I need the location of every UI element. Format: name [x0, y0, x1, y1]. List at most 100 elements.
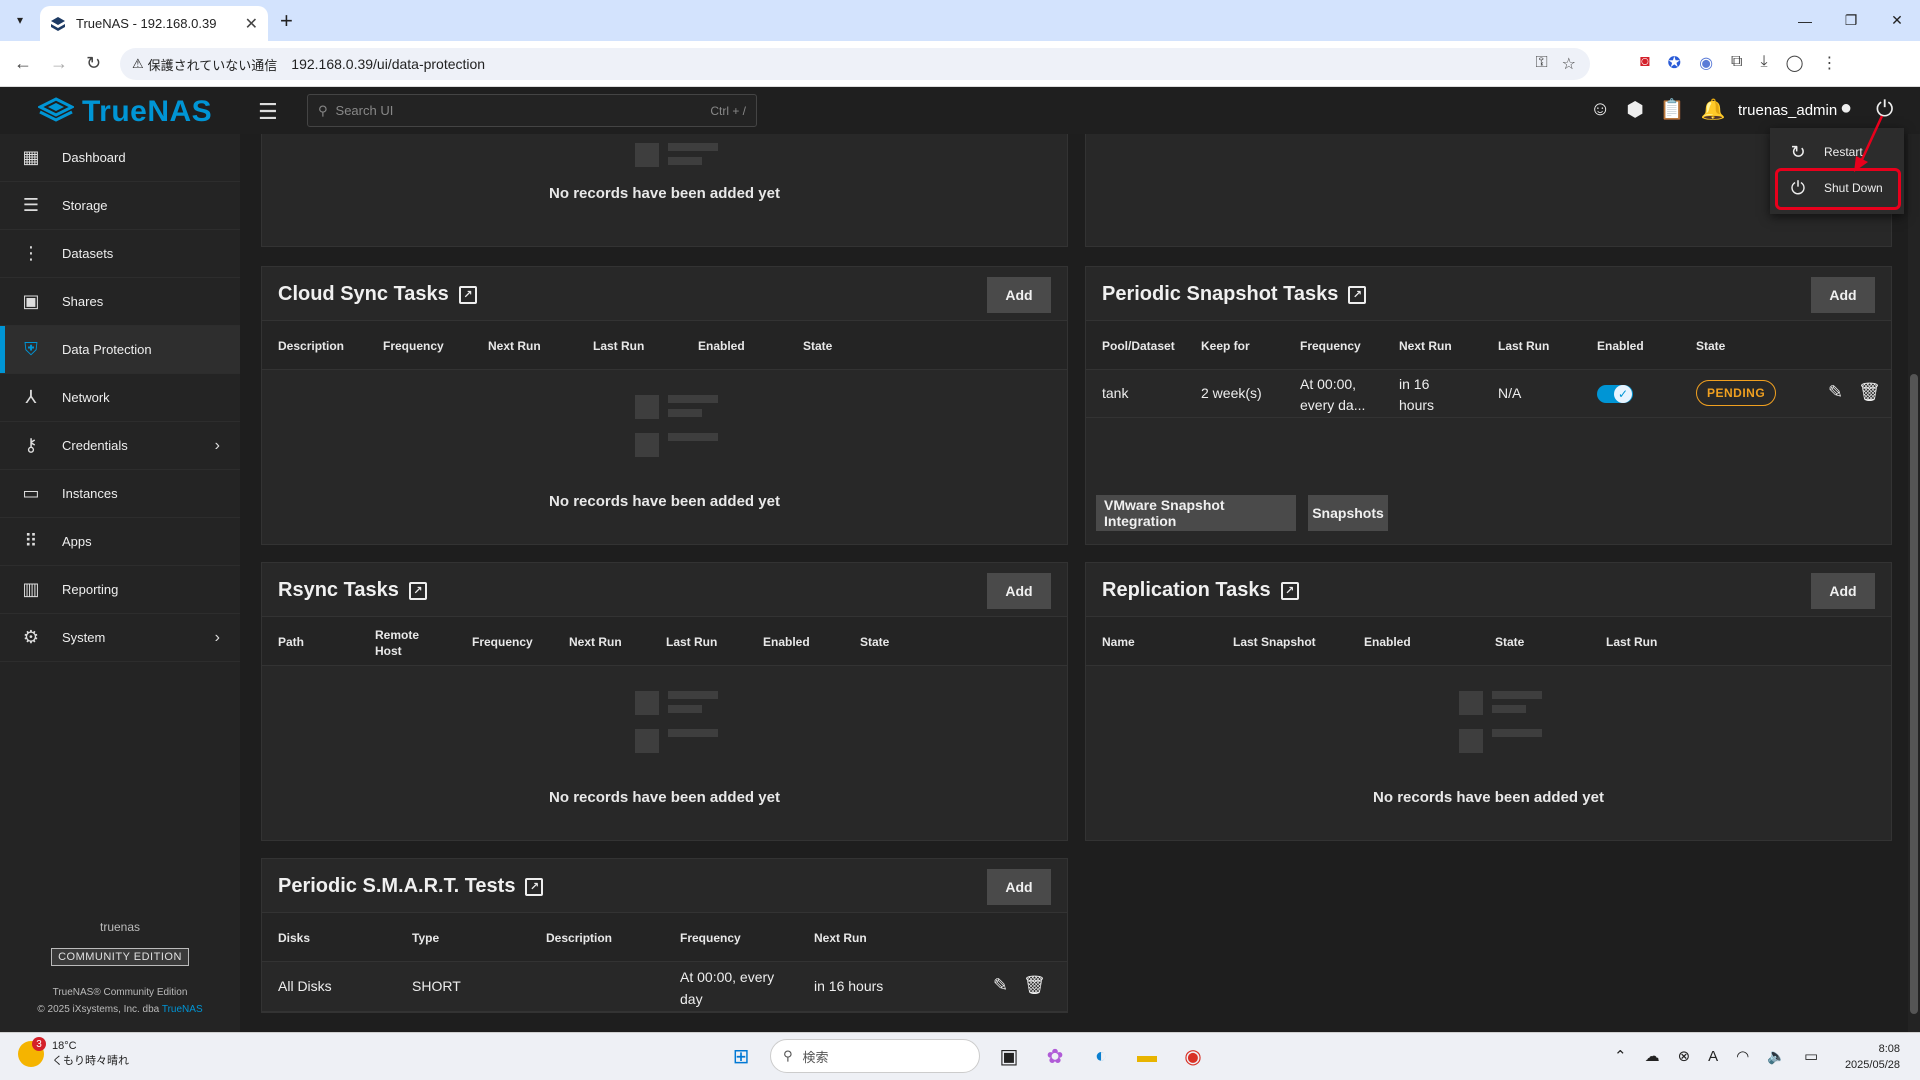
close-tab-icon[interactable]: ✕	[245, 14, 258, 34]
open-in-new-icon[interactable]: ↗	[1280, 581, 1299, 600]
column-header[interactable]: Last Run	[593, 339, 644, 353]
back-icon[interactable]: ←	[14, 53, 32, 74]
sidebar-item-reporting[interactable]: ▥ Reporting	[0, 566, 240, 614]
chevron-up-icon[interactable]: ⌃	[1614, 1047, 1627, 1065]
truenas-logo[interactable]: TrueNAS	[38, 95, 212, 129]
open-in-new-icon[interactable]: ↗	[458, 285, 477, 304]
url-box[interactable]: ⚠ 保護されていない通信 192.168.0.39/ui/data-protect…	[120, 48, 1590, 80]
column-header[interactable]: State	[803, 339, 832, 353]
scrollbar-thumb[interactable]	[1910, 374, 1918, 1014]
column-header[interactable]: Next Run	[488, 339, 541, 353]
browser-menu-icon[interactable]: ⋮	[1821, 53, 1837, 73]
profile-icon[interactable]: ◯	[1786, 53, 1804, 73]
tab-search-button[interactable]: ▾	[8, 8, 32, 32]
file-explorer-icon[interactable]: ▬	[1130, 1039, 1164, 1073]
table-row[interactable]: tank 2 week(s) At 00:00, every da... in 1…	[1086, 370, 1891, 418]
clock[interactable]: 8:08 2025/05/28	[1845, 1041, 1900, 1073]
column-header[interactable]: Description	[278, 339, 344, 353]
column-header[interactable]: Path	[278, 635, 304, 649]
column-header[interactable]: Enabled	[763, 635, 810, 649]
extension-2-icon[interactable]: ◉	[1699, 53, 1713, 73]
column-header[interactable]: State	[1696, 339, 1725, 353]
jobs-clipboard-icon[interactable]: 📋	[1660, 97, 1685, 122]
column-header[interactable]: Enabled	[1597, 339, 1644, 353]
edge-browser-icon[interactable]: ◐	[1084, 1039, 1118, 1073]
column-header[interactable]: Last Snapshot	[1233, 635, 1316, 649]
vmware-snapshot-integration-button[interactable]: VMware Snapshot Integration	[1096, 495, 1296, 531]
sidebar-item-shares[interactable]: ▣ Shares	[0, 278, 240, 326]
sidebar-item-credentials[interactable]: ⚷ Credentials ›	[0, 422, 240, 470]
browser-tab[interactable]: TrueNAS - 192.168.0.39 ✕	[40, 6, 268, 41]
column-header[interactable]: Name	[1102, 635, 1135, 649]
column-header[interactable]: Last Run	[1606, 635, 1657, 649]
column-header[interactable]: Last Run	[1498, 339, 1549, 353]
wifi-icon[interactable]: ◠	[1736, 1047, 1749, 1065]
security-warning[interactable]: ⚠ 保護されていない通信	[132, 55, 277, 74]
taskbar-search[interactable]: ⚲ 検索	[770, 1039, 980, 1073]
column-header[interactable]: Frequency	[1300, 339, 1361, 353]
column-header[interactable]: Remote Host	[375, 627, 419, 659]
edit-pencil-icon[interactable]: ✎	[993, 975, 1008, 996]
snapshots-button[interactable]: Snapshots	[1308, 495, 1388, 531]
truenas-link[interactable]: TrueNAS	[162, 1004, 203, 1015]
reload-icon[interactable]: ↻	[86, 53, 101, 74]
open-in-new-icon[interactable]: ↗	[1348, 285, 1367, 304]
sidebar-item-datasets[interactable]: ⋮ Datasets	[0, 230, 240, 278]
column-header[interactable]: Last Run	[666, 635, 717, 649]
chrome-browser-icon[interactable]: ◉	[1176, 1039, 1210, 1073]
sidebar-item-storage[interactable]: ☰ Storage	[0, 182, 240, 230]
open-in-new-icon[interactable]: ↗	[525, 877, 544, 896]
ime-icon[interactable]: A	[1708, 1048, 1718, 1065]
column-header[interactable]: State	[1495, 635, 1524, 649]
add-button[interactable]: Add	[987, 277, 1051, 313]
column-header[interactable]: Frequency	[383, 339, 444, 353]
column-header[interactable]: Enabled	[1364, 635, 1411, 649]
download-icon[interactable]: ⤓	[1760, 53, 1767, 73]
delete-trash-icon[interactable]: 🗑	[1023, 975, 1046, 996]
weather-widget[interactable]: 3 18°C くもり時々晴れ	[18, 1037, 129, 1069]
volume-icon[interactable]: 🔈	[1767, 1047, 1786, 1065]
enabled-toggle[interactable]	[1597, 385, 1633, 403]
pocket-extension-icon[interactable]: ◙	[1640, 53, 1650, 73]
open-in-new-icon[interactable]: ↗	[408, 581, 427, 600]
feedback-smiley-icon[interactable]: ☺	[1590, 98, 1610, 121]
bookmark-star-icon[interactable]: ☆	[1562, 54, 1576, 74]
column-header[interactable]: Enabled	[698, 339, 745, 353]
column-header[interactable]: Next Run	[814, 931, 867, 945]
page-scrollbar[interactable]	[1908, 134, 1920, 1032]
forward-icon[interactable]: →	[50, 53, 68, 74]
windows-start-icon[interactable]: ⊞	[724, 1039, 758, 1073]
sidebar-item-dashboard[interactable]: ▦ Dashboard	[0, 134, 240, 182]
copilot-icon[interactable]: ✿	[1038, 1039, 1072, 1073]
minimize-icon[interactable]: —	[1782, 0, 1828, 41]
restore-icon[interactable]: ❐	[1828, 0, 1874, 41]
password-key-icon[interactable]: ⚿	[1535, 54, 1547, 74]
new-tab-button[interactable]: +	[280, 8, 293, 34]
sidebar-item-system[interactable]: ⚙ System ›	[0, 614, 240, 662]
column-header[interactable]: Type	[412, 931, 439, 945]
sidebar-item-data-protection[interactable]: ⛨ Data Protection	[0, 326, 240, 374]
truecommand-icon[interactable]: ⬢	[1626, 97, 1643, 122]
search-input[interactable]: ⚲ Search UI Ctrl + /	[307, 94, 757, 127]
sidebar-item-instances[interactable]: ▭ Instances	[0, 470, 240, 518]
notifications-bell-icon[interactable]: 🔔	[1701, 97, 1726, 122]
column-header[interactable]: Disks	[278, 931, 310, 945]
battery-icon[interactable]: ▭	[1804, 1047, 1818, 1065]
menu-toggle-icon[interactable]: ☰	[258, 99, 278, 125]
column-header[interactable]: State	[860, 635, 889, 649]
delete-trash-icon[interactable]: 🗑	[1858, 382, 1881, 403]
task-view-icon[interactable]: ▣	[992, 1039, 1026, 1073]
column-header[interactable]: Frequency	[680, 931, 741, 945]
extension-icon[interactable]: ✪	[1668, 53, 1681, 73]
column-header[interactable]: Pool/Dataset	[1102, 339, 1175, 353]
close-window-icon[interactable]: ✕	[1874, 0, 1920, 41]
sidebar-item-apps[interactable]: ⠿ Apps	[0, 518, 240, 566]
username[interactable]: truenas_admin	[1738, 102, 1837, 119]
column-header[interactable]: Keep for	[1201, 339, 1250, 353]
add-button[interactable]: Add	[1811, 573, 1875, 609]
add-button[interactable]: Add	[987, 869, 1051, 905]
column-header[interactable]: Frequency	[472, 635, 533, 649]
add-button[interactable]: Add	[987, 573, 1051, 609]
column-header[interactable]: Next Run	[1399, 339, 1452, 353]
tray-app-icon[interactable]: ⊗	[1678, 1047, 1691, 1065]
